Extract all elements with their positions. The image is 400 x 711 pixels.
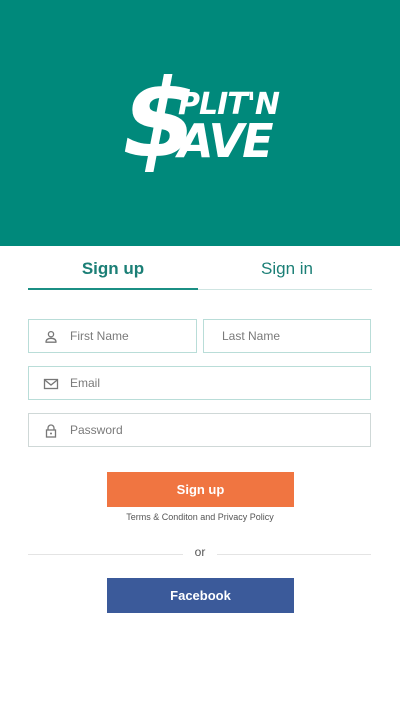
password-input[interactable]	[70, 414, 360, 446]
or-divider-label: or	[194, 545, 206, 559]
auth-tabs: Sign up Sign in	[28, 246, 372, 290]
active-tab-indicator	[28, 288, 198, 290]
divider-right	[217, 554, 371, 555]
sign-up-button[interactable]: Sign up	[107, 472, 294, 507]
last-name-input[interactable]	[222, 320, 362, 352]
terms-privacy-link[interactable]: Terms & Conditon and Privacy Policy	[0, 512, 400, 522]
first-name-field[interactable]	[28, 319, 197, 353]
app-header: $ PLIT'N AVE	[0, 0, 400, 246]
email-field[interactable]	[28, 366, 371, 400]
lock-icon	[42, 422, 60, 440]
divider-left	[28, 554, 183, 555]
mail-icon	[42, 375, 60, 393]
email-input[interactable]	[70, 367, 360, 399]
first-name-input[interactable]	[70, 320, 190, 352]
last-name-field[interactable]	[203, 319, 371, 353]
person-icon	[42, 328, 60, 346]
tab-sign-up[interactable]: Sign up	[28, 246, 198, 290]
password-field[interactable]	[28, 413, 371, 447]
logo-text-line2: AVE	[178, 114, 274, 168]
facebook-login-button[interactable]: Facebook	[107, 578, 294, 613]
tab-sign-in[interactable]: Sign in	[202, 246, 372, 290]
splitnsave-logo: $ PLIT'N AVE	[118, 66, 282, 182]
